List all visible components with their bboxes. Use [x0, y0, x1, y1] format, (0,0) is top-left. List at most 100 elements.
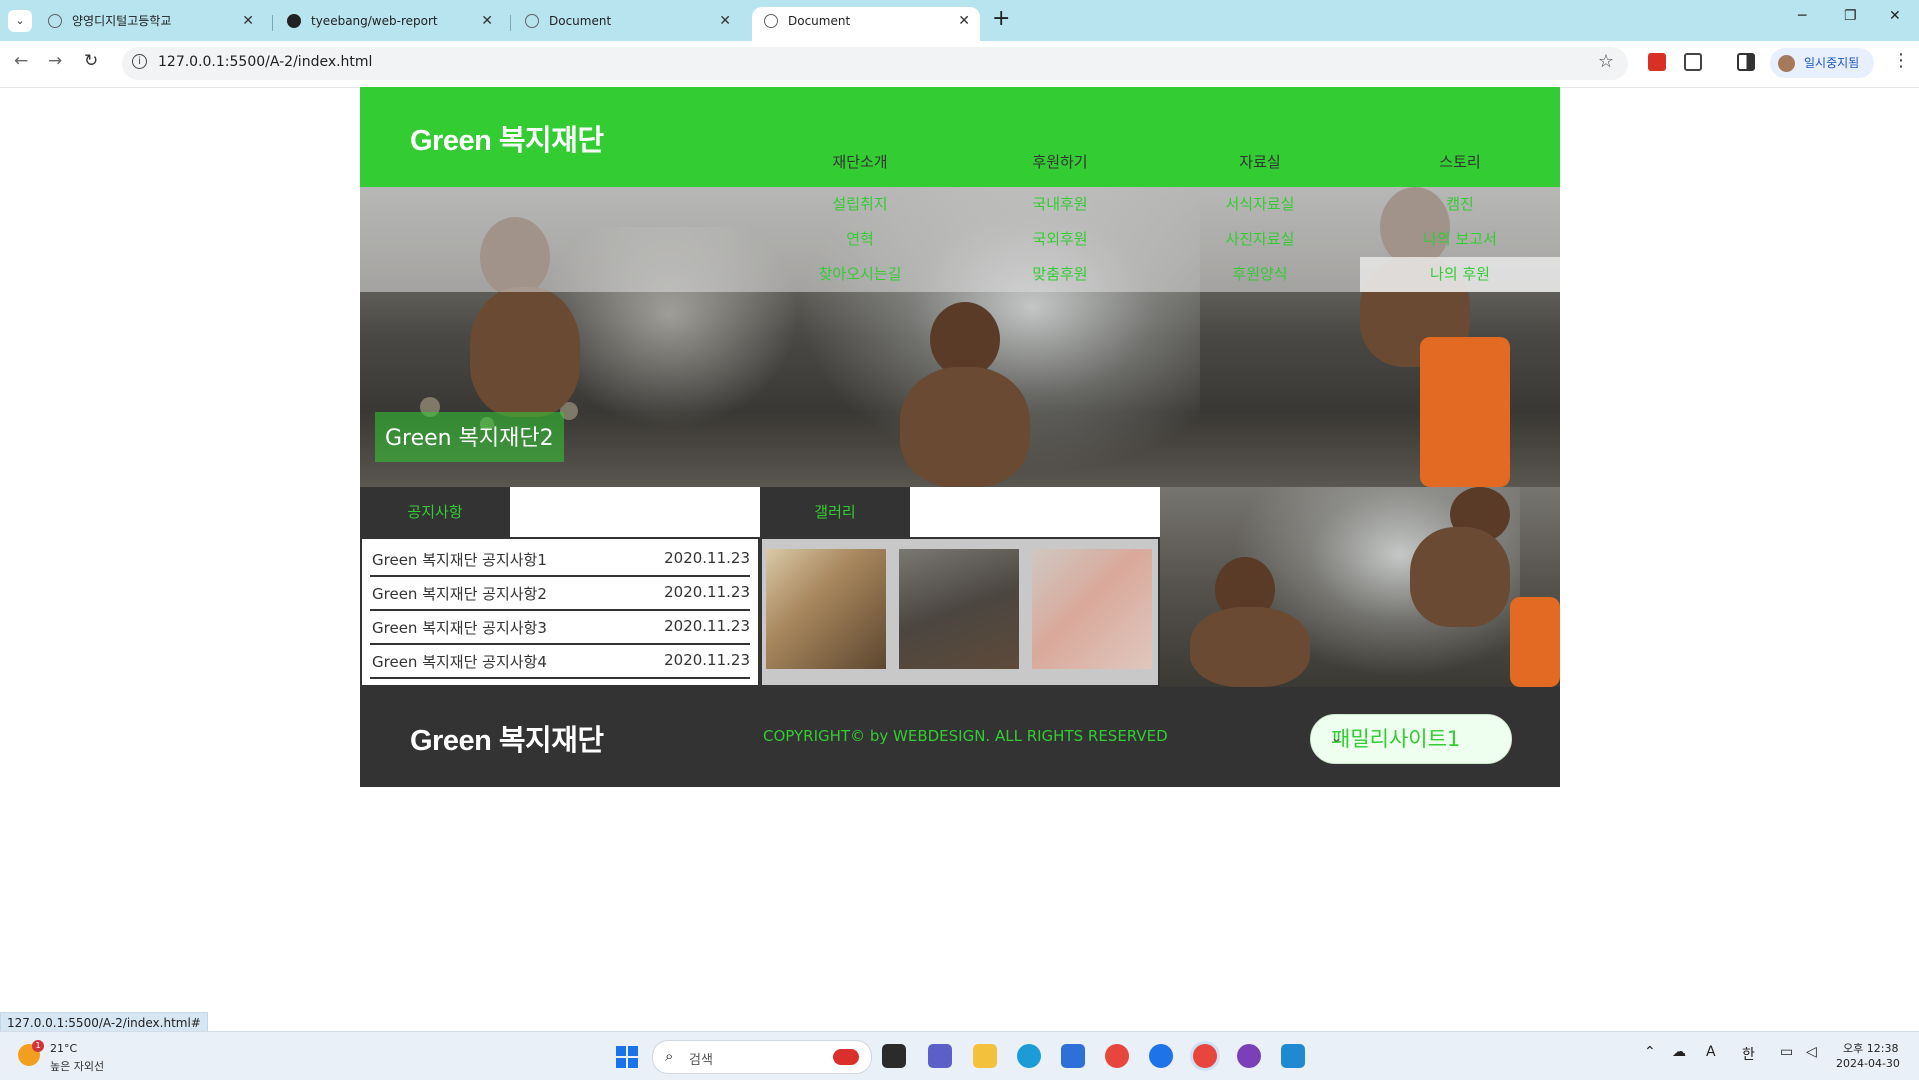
notice-date: 2020.11.23: [664, 617, 750, 635]
chrome-icon[interactable]: [1105, 1044, 1129, 1068]
gallery-grid: [760, 537, 1160, 687]
profile-button[interactable]: 일시중지됨: [1770, 48, 1874, 78]
tab-notice[interactable]: 공지사항: [360, 487, 510, 537]
nav-item-resources[interactable]: 자료실: [1160, 151, 1360, 172]
globe-icon: [764, 14, 778, 28]
site-favicon-icon: [48, 14, 62, 28]
submenu-item[interactable]: 연혁: [760, 228, 960, 249]
address-url-text[interactable]: 127.0.0.1:5500/A-2/index.html: [158, 54, 372, 70]
nav-item-donate[interactable]: 후원하기: [960, 151, 1160, 172]
list-item[interactable]: Green 복지재단 공지사항2 2020.11.23: [370, 577, 750, 611]
submenu-item[interactable]: 나의 후원: [1360, 263, 1560, 284]
notice-list: Green 복지재단 공지사항1 2020.11.23 Green 복지재단 공…: [360, 537, 760, 687]
tab-gallery[interactable]: 갤러리: [760, 487, 910, 537]
tab-school[interactable]: 양영디지털고등학교 ✕: [36, 7, 264, 41]
tab-title: tyeebang/web-report: [311, 14, 438, 28]
tab-divider: [272, 15, 273, 31]
submenu-item[interactable]: 캠진: [1360, 193, 1560, 214]
gallery-thumb-3[interactable]: [1032, 549, 1152, 669]
more-menu-icon[interactable]: ⋮: [1892, 50, 1910, 71]
minimize-icon[interactable]: ─: [1798, 8, 1806, 24]
submenu-item[interactable]: 후원양식: [1160, 263, 1360, 284]
tab-title: Document: [788, 14, 851, 28]
close-icon[interactable]: ✕: [242, 7, 254, 35]
submenu-item[interactable]: 서식자료실: [1160, 193, 1360, 214]
store-icon[interactable]: [1061, 1044, 1085, 1068]
weather-description: 높은 자외선: [50, 1060, 105, 1073]
submenu-item[interactable]: 사진자료실: [1160, 228, 1360, 249]
site-info-icon[interactable]: i: [132, 54, 147, 69]
app-arrow-icon[interactable]: [1149, 1044, 1173, 1068]
submenu-item[interactable]: 맞춤후원: [960, 263, 1160, 284]
volume-icon[interactable]: ◁: [1806, 1044, 1817, 1060]
tray-chevron-up-icon[interactable]: ⌃: [1644, 1044, 1656, 1060]
gallery-panel: 갤러리: [760, 487, 1160, 687]
site-logo[interactable]: Green 복지재단: [410, 117, 604, 159]
font-a-icon[interactable]: A: [1706, 1044, 1716, 1060]
notice-date: 2020.11.23: [664, 549, 750, 567]
clock-time[interactable]: 오후 12:38: [1843, 1040, 1898, 1056]
notice-panel: 공지사항 Green 복지재단 공지사항1 2020.11.23 Green 복…: [360, 487, 760, 687]
gallery-thumb-2[interactable]: [899, 549, 1019, 669]
address-bar[interactable]: i 127.0.0.1:5500/A-2/index.html ☆: [122, 47, 1628, 80]
family-site-select[interactable]: 패밀리사이트1 ⌄: [1310, 714, 1512, 764]
child-center: [900, 367, 1030, 487]
tab-document-active[interactable]: Document ✕: [752, 7, 980, 41]
ime-korean-icon[interactable]: 한: [1742, 1044, 1755, 1064]
clock-date[interactable]: 2024-04-30: [1836, 1057, 1900, 1070]
notice-date: 2020.11.23: [664, 651, 750, 669]
site-footer: Green 복지재단 COPYRIGHT© by WEBDESIGN. ALL …: [360, 687, 1560, 787]
bookmark-star-icon[interactable]: ☆: [1598, 51, 1614, 72]
close-icon[interactable]: ✕: [481, 7, 493, 35]
taskbar-search[interactable]: ⌕ 검색: [652, 1040, 872, 1074]
chrome-active-icon[interactable]: [1193, 1044, 1217, 1068]
reload-icon[interactable]: ↻: [84, 51, 98, 71]
vscode-icon[interactable]: [1281, 1044, 1305, 1068]
list-item[interactable]: Green 복지재단 공지사항1 2020.11.23: [370, 543, 750, 577]
file-explorer-icon[interactable]: [973, 1044, 997, 1068]
tab-document-1[interactable]: Document ✕: [513, 7, 741, 41]
weather-temperature: 21°C: [50, 1042, 78, 1055]
nav-item-about[interactable]: 재단소개: [760, 151, 960, 172]
tab-github[interactable]: tyeebang/web-report ✕: [275, 7, 503, 41]
list-item[interactable]: Green 복지재단 공지사항3 2020.11.23: [370, 611, 750, 645]
tab-search-chevron-icon[interactable]: ⌄: [8, 10, 32, 32]
back-arrow-icon[interactable]: ←: [14, 51, 28, 71]
footer-logo[interactable]: Green 복지재단: [410, 717, 604, 759]
notice-title[interactable]: Green 복지재단 공지사항1: [372, 549, 547, 570]
extensions-puzzle-icon[interactable]: [1684, 53, 1702, 71]
task-view-icon[interactable]: [882, 1044, 906, 1068]
orange-shorts: [1420, 337, 1510, 487]
restore-icon[interactable]: ❐: [1844, 8, 1857, 24]
orange-shorts: [1510, 597, 1560, 687]
submenu-item[interactable]: 찾아오시는길: [760, 263, 960, 284]
windows-start-icon[interactable]: [616, 1046, 638, 1068]
list-item[interactable]: Green 복지재단 공지사항4 2020.11.23: [370, 645, 750, 679]
taskbar: 1 21°C 높은 자외선 ⌕ 검색 ⌃ ☁ A 한 ▭ ◁ 오후 12:38 …: [0, 1031, 1919, 1080]
new-tab-plus-icon[interactable]: +: [992, 6, 1010, 31]
forward-arrow-icon[interactable]: →: [48, 51, 62, 71]
notice-title[interactable]: Green 복지재단 공지사항4: [372, 651, 547, 672]
gallery-thumb-1[interactable]: [766, 549, 886, 669]
search-icon: ⌕: [665, 1047, 674, 1065]
close-icon[interactable]: ✕: [958, 7, 970, 35]
edge-icon[interactable]: [1017, 1044, 1041, 1068]
globe-icon: [525, 14, 539, 28]
submenu-item[interactable]: 설립취지: [760, 193, 960, 214]
child-left: [470, 287, 580, 417]
submenu-item[interactable]: 나의 보고서: [1360, 228, 1560, 249]
close-window-icon[interactable]: ✕: [1889, 8, 1901, 24]
side-panel-icon[interactable]: [1737, 53, 1755, 71]
submenu-item[interactable]: 국내후원: [960, 193, 1160, 214]
teams-icon[interactable]: [928, 1044, 952, 1068]
submenu-item[interactable]: 국외후원: [960, 228, 1160, 249]
onedrive-icon[interactable]: ☁: [1672, 1044, 1686, 1060]
nav-item-story[interactable]: 스토리: [1360, 151, 1560, 172]
notice-title[interactable]: Green 복지재단 공지사항3: [372, 617, 547, 638]
notice-title[interactable]: Green 복지재단 공지사항2: [372, 583, 547, 604]
close-icon[interactable]: ✕: [719, 7, 731, 35]
banner-photo[interactable]: [1160, 487, 1560, 687]
network-icon[interactable]: ▭: [1780, 1044, 1793, 1060]
extension-record-icon[interactable]: [1648, 53, 1666, 71]
podcast-icon[interactable]: [1237, 1044, 1261, 1068]
